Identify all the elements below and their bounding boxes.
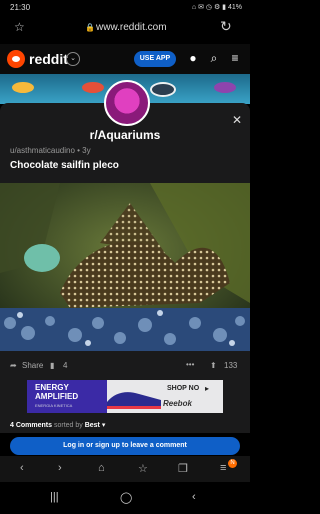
- comment-icon[interactable]: ▮: [50, 361, 54, 370]
- ad-brand: Reebok: [163, 399, 192, 408]
- ad-headline-1: ENERGY: [35, 383, 69, 392]
- browser-menu-icon[interactable]: ≡: [220, 462, 226, 474]
- recents-icon[interactable]: |||: [50, 491, 59, 503]
- post-title: Chocolate sailfin pleco: [10, 160, 119, 171]
- sort-select[interactable]: Best: [85, 422, 100, 429]
- fish-decoration: [150, 82, 176, 97]
- back-icon[interactable]: ‹: [20, 462, 24, 474]
- status-bar: 21:30 ⌂ ✉ ◷ ⚙ ▮ 41%: [0, 0, 250, 14]
- tab-badge: N: [228, 459, 237, 468]
- more-icon[interactable]: •••: [186, 360, 194, 369]
- post-author[interactable]: u/asthmaticaudino • 3y: [10, 146, 91, 155]
- status-time: 21:30: [10, 3, 31, 12]
- post-actions: ➦ Share ▮ 4 ••• ⬆ 133: [0, 355, 250, 377]
- browser-nav: ‹ › ⌂ ☆ ❐ ≡ N: [0, 456, 250, 482]
- comment-count[interactable]: 4: [63, 361, 67, 370]
- fish-decoration: [82, 82, 104, 93]
- chevron-down-icon[interactable]: ⌄: [66, 52, 80, 66]
- bookmark-icon[interactable]: ☆: [138, 462, 148, 475]
- home-button-icon[interactable]: ◯: [120, 491, 132, 504]
- home-icon[interactable]: ☆: [14, 20, 25, 34]
- home-icon[interactable]: ⌂: [98, 462, 105, 474]
- search-icon[interactable]: ⌕: [207, 51, 221, 65]
- subreddit-avatar[interactable]: [104, 80, 150, 126]
- share-button[interactable]: Share: [22, 361, 43, 370]
- status-icons: ⌂ ✉ ◷ ⚙ ▮ 41%: [191, 4, 242, 11]
- use-app-button[interactable]: USE APP: [134, 51, 176, 67]
- comments-sort: 4 Comments sorted by Best ▾: [10, 421, 105, 429]
- system-nav: ||| ◯ ‹: [0, 484, 250, 514]
- subreddit-name[interactable]: r/Aquariums: [0, 128, 250, 142]
- advertisement[interactable]: ENERGY AMPLIFIED ENERGIA KINETICA SHOP N…: [27, 380, 223, 413]
- user-icon[interactable]: ●: [186, 51, 200, 65]
- reddit-wordmark[interactable]: reddit: [29, 51, 68, 67]
- comments-count-label: 4 Comments: [10, 422, 53, 429]
- ad-headline-2: AMPLIFIED: [35, 392, 79, 401]
- tabs-icon[interactable]: ❐: [178, 462, 188, 475]
- login-button[interactable]: Log in or sign up to leave a comment: [10, 437, 240, 455]
- post-image[interactable]: [0, 183, 250, 351]
- url-text[interactable]: www.reddit.com: [96, 22, 167, 33]
- fish-decoration: [214, 82, 236, 93]
- arrow-right-icon: ▸: [205, 384, 210, 393]
- browser-url-bar: ☆ 🔒 www.reddit.com ↻: [0, 14, 250, 42]
- lock-icon: 🔒: [85, 23, 95, 32]
- forward-icon[interactable]: ›: [58, 462, 62, 474]
- upvote-icon[interactable]: ⬆: [210, 361, 217, 370]
- chevron-down-icon[interactable]: ▾: [102, 422, 106, 429]
- shoe-icon: [107, 392, 161, 409]
- back-nav-icon[interactable]: ‹: [192, 491, 196, 503]
- post-modal: ✕ r/Aquariums u/asthmaticaudino • 3y Cho…: [0, 103, 250, 433]
- reddit-header: reddit ⌄ USE APP ● ⌕ ≡: [0, 44, 250, 74]
- ad-cta[interactable]: SHOP NO: [167, 385, 199, 392]
- close-icon[interactable]: ✕: [232, 113, 242, 127]
- ad-brand-small: ENERGIA KINETICA: [35, 403, 73, 408]
- pleco-photo-icon: [0, 183, 250, 351]
- reload-icon[interactable]: ↻: [220, 18, 232, 35]
- share-icon[interactable]: ➦: [10, 361, 17, 370]
- reddit-logo-icon[interactable]: [7, 50, 25, 68]
- vote-count: 133: [224, 361, 238, 370]
- fish-decoration: [12, 82, 34, 93]
- menu-icon[interactable]: ≡: [228, 51, 242, 65]
- sorted-by-label: sorted by: [53, 422, 83, 429]
